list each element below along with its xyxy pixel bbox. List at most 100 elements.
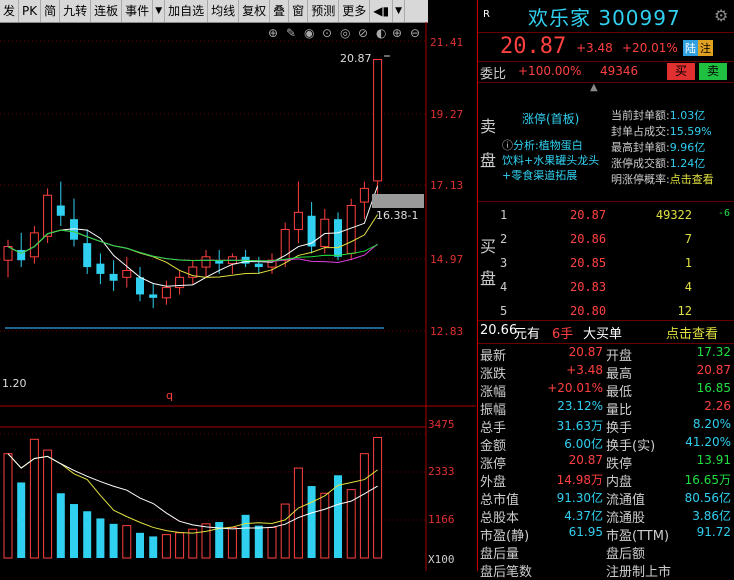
level-volume: 12	[677, 304, 692, 318]
limit-up-stat-row[interactable]: 明涨停概率:点击查看	[611, 172, 714, 188]
quote-value: 2.26	[704, 399, 731, 413]
quote-row: 涨停 20.87 跌停 13.91	[478, 453, 734, 472]
limit-up-stat-row: 封单占成交:15.59%	[611, 124, 714, 140]
volume-bar	[227, 526, 237, 559]
volume-bar	[320, 492, 330, 559]
toggle-icon[interactable]: ◐	[376, 26, 386, 40]
volume-tick: 3475	[428, 418, 455, 431]
toolbar-item[interactable]: PK	[19, 0, 42, 22]
volume-bar	[373, 436, 383, 559]
volume-bar	[359, 453, 369, 559]
pen-icon[interactable]: ✎	[286, 26, 296, 40]
quote-row: 振幅 23.12% 量比 2.26	[478, 399, 734, 418]
buy-level-row[interactable]: 4 20.83 4	[478, 280, 734, 302]
kline-svg[interactable]: ⊕ ✎ ◉ ⊙ ◎ ⊘ ◐ ⊕ ⊖	[0, 22, 476, 571]
volume-bar	[109, 523, 118, 558]
eye-icon[interactable]: ◉	[304, 26, 314, 40]
limit-up-stat-row: 涨停成交额:1.24亿	[611, 156, 714, 172]
price-tick: 21.41	[430, 36, 464, 49]
quote-row: 涨跌 +3.48 最高 20.87	[478, 363, 734, 382]
price-tick: 17.13	[430, 179, 464, 192]
quote-value: 4.37亿	[564, 509, 603, 523]
info-icon: ⓘ	[502, 139, 513, 152]
toolbar-item[interactable]: ▼	[393, 0, 405, 22]
magnet-icon[interactable]: ◎	[340, 26, 350, 40]
target-icon[interactable]: ⊕	[268, 26, 278, 40]
quote-value: 91.30亿	[556, 491, 603, 505]
volume-bar	[175, 532, 185, 559]
level-price: 20.85	[570, 256, 607, 270]
toolbar-item[interactable]: 叠	[270, 0, 290, 22]
toolbar-item[interactable]: 加自选	[165, 0, 209, 22]
sell-label-top: 卖	[480, 117, 497, 136]
toolbar-item[interactable]: 窗	[289, 0, 309, 22]
quote-key: 换手	[606, 421, 633, 436]
volume-bar	[96, 518, 105, 558]
quote-key: 涨跌	[480, 367, 507, 382]
quote-key: 流通股	[606, 511, 646, 526]
chart-toolbar: 发 PK 简九转 连板 事件 ▼ 加自选 均线 复权叠窗预测 更多 ◀▮ ▼	[0, 0, 428, 23]
quote-value: 20.87	[568, 453, 603, 467]
quote-row: 涨幅 +20.01% 最低 16.85	[478, 381, 734, 400]
toolbar-item[interactable]: 均线	[208, 0, 240, 22]
quote-key: 金额	[480, 439, 507, 454]
event-marker[interactable]: q	[166, 389, 173, 402]
quote-key: 盘后量	[480, 547, 520, 562]
big-order-text: 大买单	[583, 327, 623, 342]
stock-info-panel: R 欢乐家 300997 ⚙ 20.87 +3.48 +20.01% 陆 注 委…	[477, 0, 734, 580]
crosshair-icon[interactable]: ⊘	[358, 26, 368, 40]
concept-analysis[interactable]: ⓘ分析:植物蛋白 饮料+水果罐头龙头 +零食渠道拓展	[502, 138, 599, 183]
buy-level-row[interactable]: 3 20.85 1	[478, 256, 734, 278]
quote-value: +3.48	[566, 363, 603, 377]
buy-level-row[interactable]: 1 20.87 49322 -6	[478, 208, 734, 230]
level-price: 20.80	[570, 304, 607, 318]
toolbar-item[interactable]: ◀▮	[370, 0, 394, 22]
candle-body	[29, 232, 39, 258]
stock-header: R 欢乐家 300997 ⚙	[478, 0, 734, 32]
order-ratio-vol: 49346	[600, 64, 639, 78]
registration-badge: 注	[698, 40, 713, 56]
aim-icon[interactable]: ⊙	[322, 26, 332, 40]
toolbar-item[interactable]: 预测	[308, 0, 340, 22]
gear-icon[interactable]: ⚙	[714, 6, 728, 25]
toolbar-item[interactable]: 事件	[122, 0, 154, 22]
quote-value: 80.56亿	[684, 491, 731, 505]
candle-body	[136, 277, 144, 295]
price-row: 20.87 +3.48 +20.01% 陆 注	[478, 32, 734, 61]
toolbar-item[interactable]: 发	[0, 0, 20, 22]
level-price: 20.87	[570, 208, 607, 222]
level-num: 2	[500, 232, 508, 246]
buy-level-row[interactable]: 2 20.86 7	[478, 232, 734, 254]
quote-value: 6.00亿	[564, 437, 603, 451]
stat-value: 1.24亿	[669, 157, 706, 170]
toolbar-item[interactable]: 连板	[91, 0, 123, 22]
quote-row: 盘后笔数 注册制上市	[478, 561, 734, 580]
toolbar-item[interactable]: 九转	[60, 0, 92, 22]
toolbar-item[interactable]: ▼	[153, 0, 166, 22]
stat-key: 当前封单额:	[611, 109, 670, 122]
toolbar-item[interactable]: 简	[41, 0, 61, 22]
quote-value: 61.95	[568, 525, 603, 539]
buy-side-box: 买 盘 1 20.87 49322 -6 2 20.86 7 3 20.85 1 4 20.83 4 5 2…	[478, 201, 734, 320]
quote-key: 最高	[606, 367, 633, 382]
volume-bar	[267, 526, 277, 559]
buy-button[interactable]: 买	[667, 63, 695, 80]
quote-key: 流通值	[606, 493, 646, 508]
volume-bar	[254, 525, 263, 558]
zoom-in-icon[interactable]: ⊕	[392, 26, 402, 40]
stat-value: 点击查看	[669, 173, 714, 186]
big-order-link[interactable]: 点击查看	[666, 323, 718, 342]
price-tick: 12.83	[430, 325, 464, 338]
quote-key: 盘后额	[606, 547, 646, 562]
big-order-bar[interactable]: 20.66 元有 6手 大买单 点击查看	[478, 320, 734, 344]
kline-chart-area[interactable]: ⊕ ✎ ◉ ⊙ ◎ ⊘ ◐ ⊕ ⊖ 21.41 19.27 17.13 14.9…	[0, 22, 476, 571]
stat-key: 封单占成交:	[611, 125, 670, 138]
quote-value: 91.72	[696, 525, 731, 539]
sell-side-box: 卖 盘 涨停(首板) ⓘ分析:植物蛋白 饮料+水果罐头龙头 +零食渠道拓展 当前…	[478, 82, 734, 200]
sell-button[interactable]: 卖	[699, 63, 727, 80]
quote-value: 13.91	[696, 453, 731, 467]
toolbar-item[interactable]: 复权	[239, 0, 271, 22]
toolbar-item[interactable]: 更多	[339, 0, 371, 22]
zoom-out-icon[interactable]: ⊖	[410, 26, 420, 40]
stock-code: 300997	[598, 6, 681, 30]
